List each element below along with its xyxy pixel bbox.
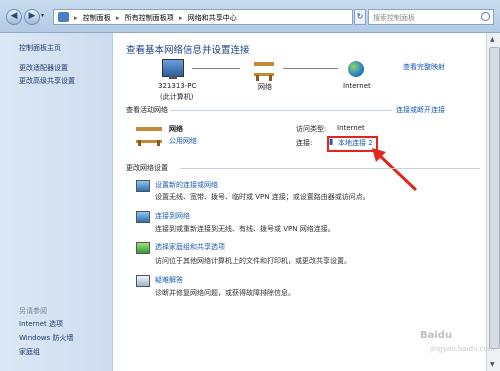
map-connector: [283, 68, 338, 69]
computer-icon: [162, 59, 184, 79]
task-description: 连接到或重新连接到无线、有线、拨号或 VPN 网络连接。: [155, 225, 335, 233]
connect-to-network-link[interactable]: 连接到网络: [155, 211, 190, 221]
breadcrumb-item[interactable]: 所有控制面板项: [125, 14, 174, 22]
sidebar-item-advanced-sharing[interactable]: 更改高级共享设置: [19, 76, 75, 86]
network-node-label: 网络: [258, 83, 272, 91]
new-connection-icon: [136, 180, 150, 192]
homegroup-sharing-link[interactable]: 选择家庭组和共享选项: [155, 242, 225, 252]
sidebar-item-control-panel-home[interactable]: 控制面板主页: [19, 43, 61, 53]
watermark-logo: Baidu: [420, 330, 453, 341]
task-description: 设置无线、宽带、拨号、临时或 VPN 连接；或设置路由器或访问点。: [155, 193, 370, 201]
sidebar-item-windows-firewall[interactable]: Windows 防火墙: [19, 333, 73, 343]
access-type-value: Internet: [337, 124, 365, 132]
search-icon: [481, 12, 490, 21]
internet-globe-icon: [348, 61, 364, 77]
scrollbar-thumb[interactable]: [489, 47, 500, 349]
title-bar: ◀ ▶ ▾ ▸ 控制面板 ▸ 所有控制面板项 ▸ 网络和共享中心 ↻ 搜索控制面…: [0, 0, 500, 33]
public-network-bench-icon: [136, 127, 162, 146]
task-description: 诊断并修复网络问题，或获得故障排除信息。: [155, 289, 295, 297]
breadcrumb: ▸ 控制面板 ▸ 所有控制面板项 ▸ 网络和共享中心: [74, 14, 237, 22]
computer-subtitle: (此计算机): [160, 93, 194, 101]
scroll-up-icon[interactable]: ▲: [490, 36, 495, 43]
troubleshoot-icon: [136, 275, 150, 287]
active-networks-heading: 查看活动网络: [126, 106, 168, 114]
watermark-domain: jingyan.baidu.com: [430, 345, 495, 353]
search-input[interactable]: 搜索控制面板: [368, 9, 494, 25]
see-also-heading: 另请参阅: [19, 307, 47, 315]
search-placeholder: 搜索控制面板: [373, 14, 415, 22]
page-title: 查看基本网络信息并设置连接: [126, 45, 250, 56]
recent-pages-dropdown[interactable]: ▾: [41, 12, 44, 19]
back-button[interactable]: ◀: [6, 9, 22, 25]
active-network-name: 网络: [169, 125, 183, 133]
homegroup-icon: [136, 242, 150, 254]
sidebar-item-homegroup[interactable]: 家庭组: [19, 347, 40, 357]
section-divider: [170, 110, 392, 111]
network-bench-icon: [254, 62, 274, 81]
setup-new-connection-link[interactable]: 设置新的连接或网络: [155, 180, 218, 190]
breadcrumb-item[interactable]: 控制面板: [83, 14, 111, 22]
connect-disconnect-link[interactable]: 连接或断开连接: [396, 105, 445, 115]
forward-button[interactable]: ▶: [24, 9, 40, 25]
sidebar: 控制面板主页 更改适配器设置 更改高级共享设置 另请参阅 Internet 选项…: [0, 33, 113, 371]
address-bar[interactable]: ▸ 控制面板 ▸ 所有控制面板项 ▸ 网络和共享中心: [53, 9, 353, 25]
connection-label: 连接:: [296, 139, 313, 147]
vertical-scrollbar[interactable]: ▲ ▼: [486, 33, 500, 371]
change-settings-heading: 更改网络设置: [126, 164, 168, 172]
network-type-link[interactable]: 公用网络: [169, 136, 197, 146]
internet-node-label: Internet: [343, 82, 371, 90]
sidebar-item-internet-options[interactable]: Internet 选项: [19, 319, 63, 329]
access-type-label: 访问类型:: [296, 125, 327, 133]
computer-name: 321313-PC: [158, 82, 197, 90]
refresh-button[interactable]: ↻: [354, 9, 366, 25]
map-connector: [192, 68, 240, 69]
sidebar-item-change-adapter-settings[interactable]: 更改适配器设置: [19, 63, 68, 73]
scroll-down-icon[interactable]: ▼: [490, 361, 495, 368]
see-full-map-link[interactable]: 查看完整映射: [403, 62, 445, 72]
section-divider: [180, 168, 480, 169]
breadcrumb-item[interactable]: 网络和共享中心: [188, 14, 237, 22]
task-description: 访问位于其他网络计算机上的文件和打印机，或更改共享设置。: [155, 257, 351, 265]
annotation-arrow: [372, 148, 418, 192]
control-panel-icon: [58, 12, 69, 22]
troubleshoot-link[interactable]: 疑难解答: [155, 275, 183, 285]
connect-network-icon: [136, 211, 150, 223]
